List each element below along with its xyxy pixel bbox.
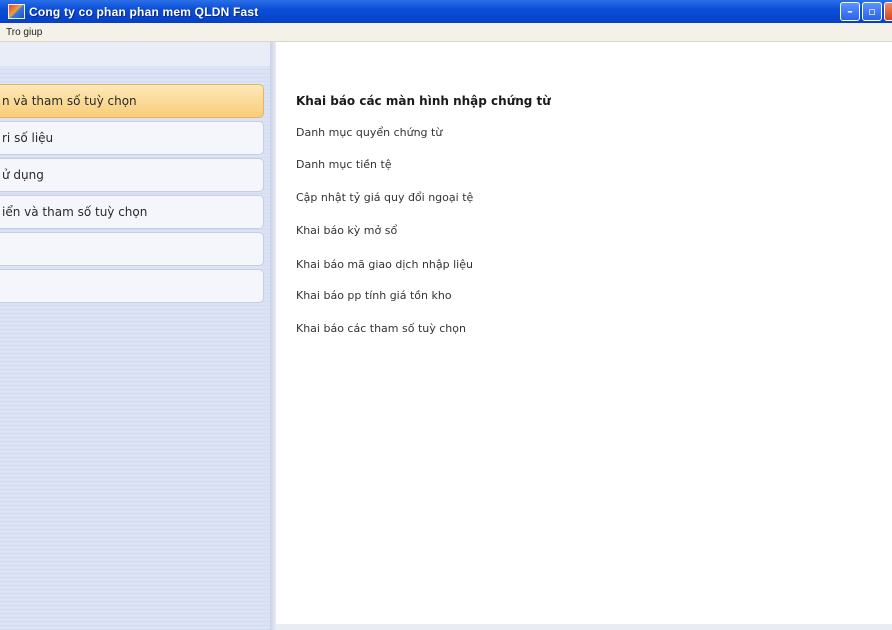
sidebar-item-label: iển và tham số tuỳ chọn xyxy=(2,205,148,219)
title-bar: Cong ty co phan phan mem QLDN Fast – ▫ xyxy=(0,0,892,23)
sidebar-item-development-options[interactable]: iển và tham số tuỳ chọn xyxy=(0,195,264,229)
sidebar-item-label: ử dụng xyxy=(2,168,44,182)
sidebar-item-label: ri số liệu xyxy=(2,131,54,145)
link-exchange-rates[interactable]: Cập nhật tỷ giá quy đổi ngoại tệ xyxy=(296,191,473,204)
sidebar-header xyxy=(0,42,270,66)
sidebar-item-empty-2[interactable] xyxy=(0,269,264,303)
main-panel: Khai báo các màn hình nhập chứng từ Danh… xyxy=(276,42,892,630)
sidebar-item-empty-1[interactable] xyxy=(0,232,264,266)
sidebar-item-usage[interactable]: ử dụng xyxy=(0,158,264,192)
app-icon xyxy=(8,4,25,19)
menu-item-help[interactable]: Tro giup xyxy=(6,27,42,38)
link-opening-period[interactable]: Khai báo kỳ mở sổ xyxy=(296,224,397,237)
status-strip xyxy=(276,624,892,630)
sidebar-item-data[interactable]: ri số liệu xyxy=(0,121,264,155)
minimize-button[interactable]: – xyxy=(840,2,860,21)
link-transaction-codes[interactable]: Khai báo mã giao dịch nhập liệu xyxy=(296,258,473,271)
link-options-parameters[interactable]: Khai báo các tham số tuỳ chọn xyxy=(296,322,466,335)
maximize-button[interactable]: ▫ xyxy=(862,2,882,21)
link-voucher-books[interactable]: Danh mục quyển chứng từ xyxy=(296,126,442,139)
close-button[interactable] xyxy=(884,2,892,21)
link-currencies[interactable]: Danh mục tiền tệ xyxy=(296,158,392,171)
link-inventory-costing[interactable]: Khai báo pp tính giá tồn kho xyxy=(296,289,452,302)
window-controls: – ▫ xyxy=(840,2,892,21)
window-title: Cong ty co phan phan mem QLDN Fast xyxy=(29,4,259,19)
sidebar-item-label: n và tham số tuỳ chọn xyxy=(2,94,137,108)
section-title: Khai báo các màn hình nhập chứng từ xyxy=(296,94,551,108)
menu-bar: Tro giup xyxy=(0,23,892,42)
sidebar-item-options[interactable]: n và tham số tuỳ chọn xyxy=(0,84,264,118)
